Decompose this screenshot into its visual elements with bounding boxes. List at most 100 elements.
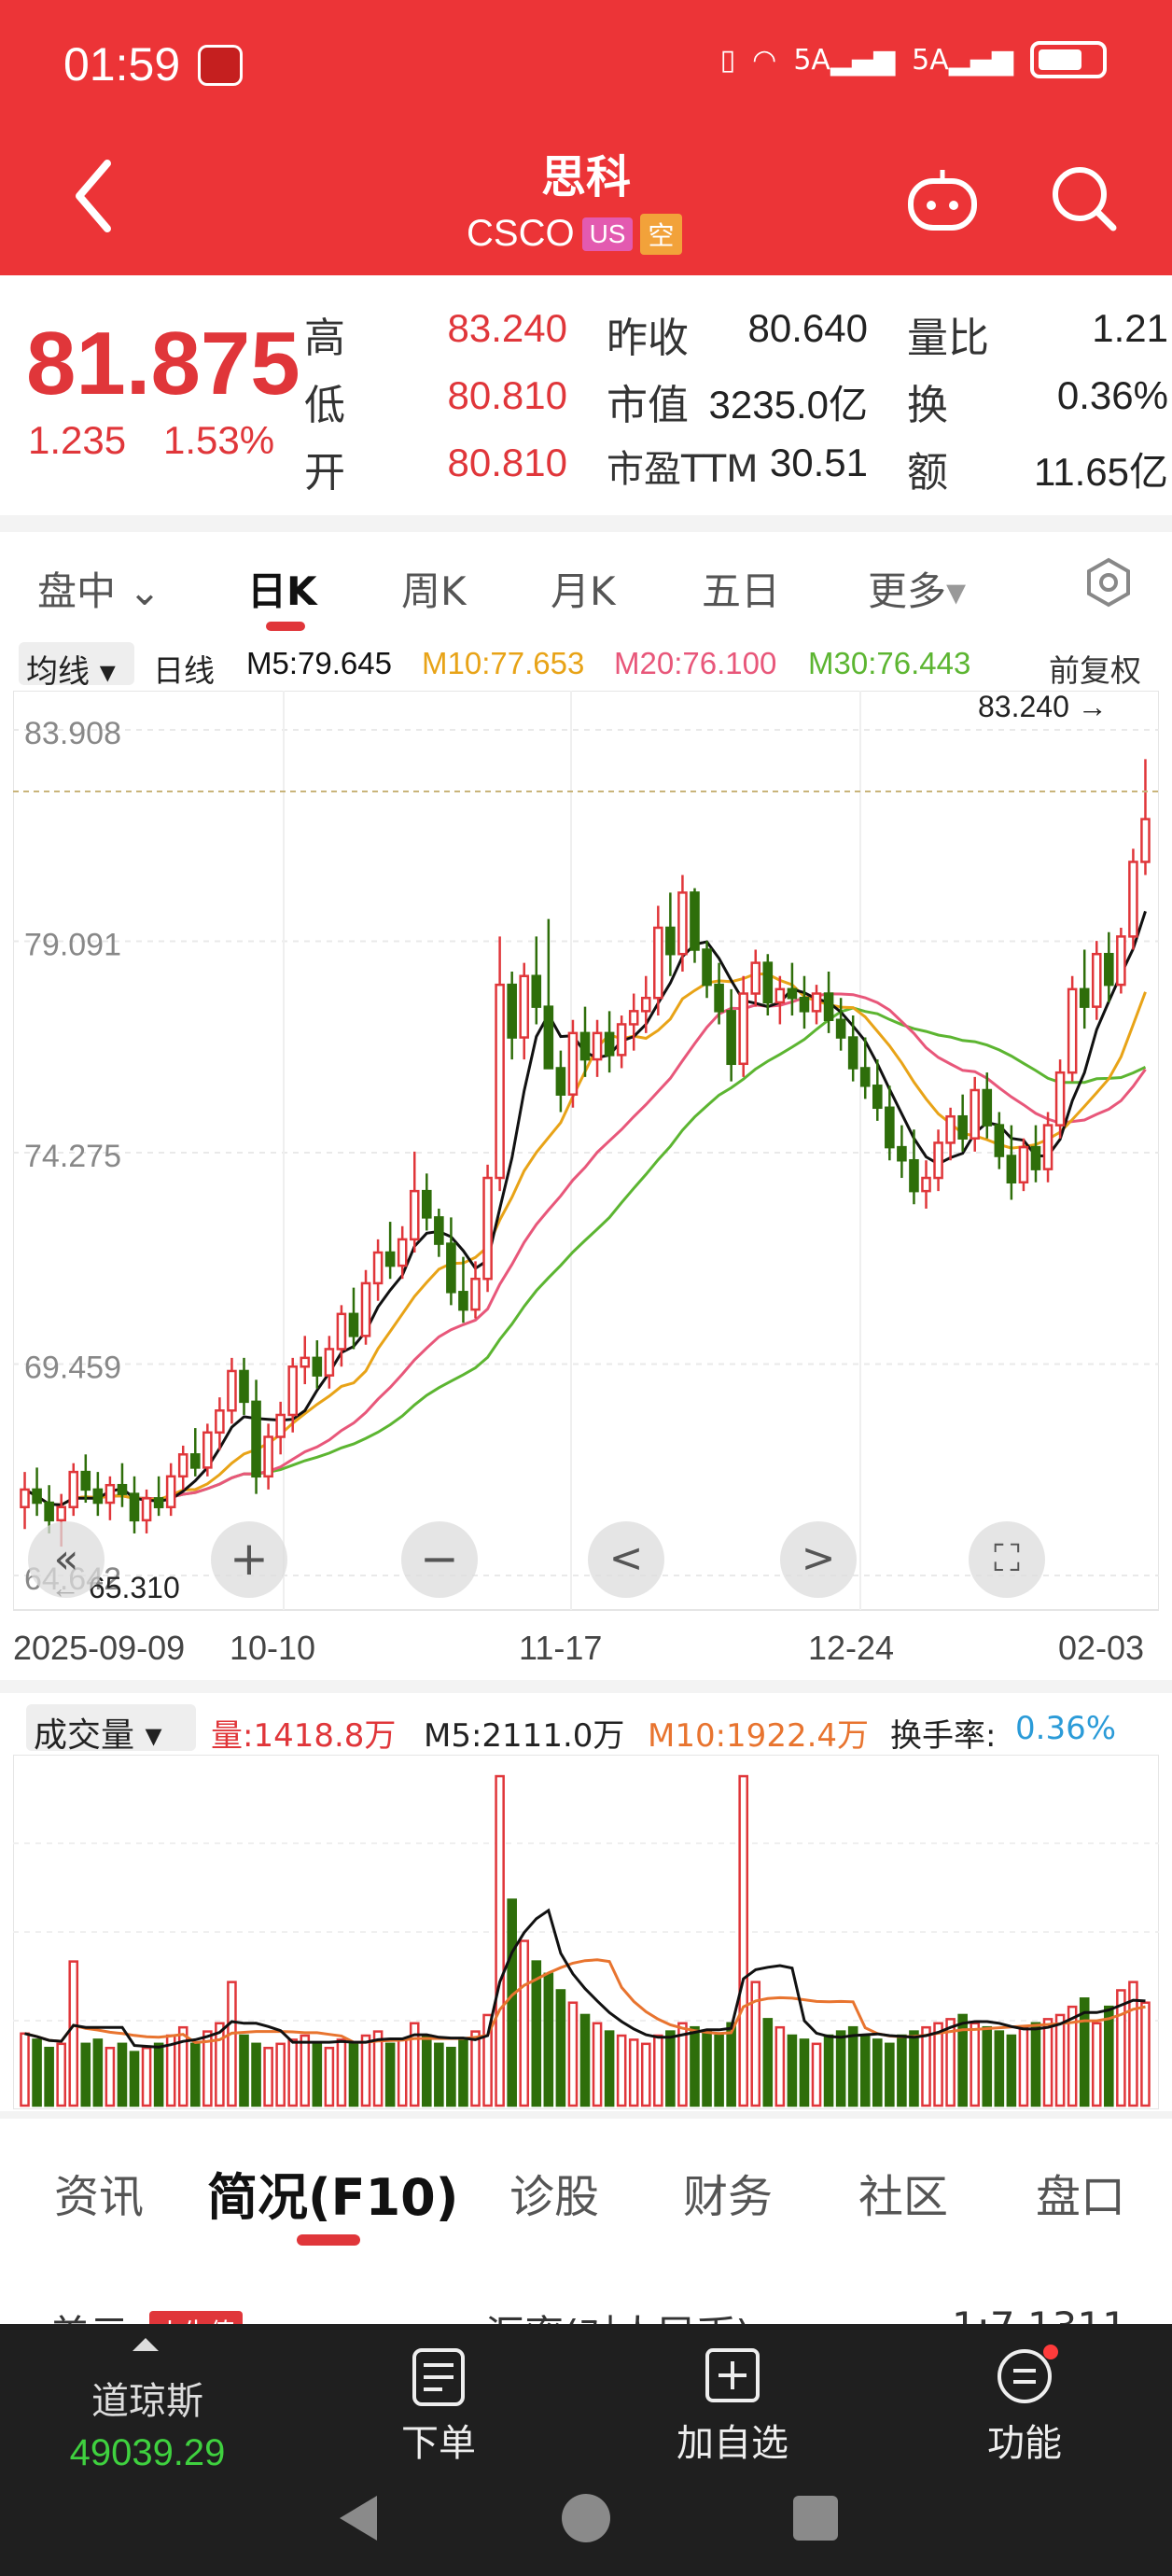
volume-bar xyxy=(312,2042,323,2107)
candle-body xyxy=(263,1435,273,1478)
volume-chart[interactable] xyxy=(13,1755,1159,2109)
candle-body xyxy=(567,1031,579,1096)
candle-body xyxy=(275,1413,286,1438)
volume-bar xyxy=(628,2038,639,2107)
tab-five-day[interactable]: 五日 xyxy=(702,560,780,617)
y-tick-label: 74.275 xyxy=(24,1139,121,1174)
volume-bar xyxy=(640,2042,651,2107)
order-label[interactable]: 下单 xyxy=(364,2413,513,2467)
peek-mid: 汇率(对人民币) xyxy=(485,2303,751,2324)
volume-bar xyxy=(1006,2034,1017,2107)
amount-label: 额 xyxy=(907,449,948,497)
volume-bar xyxy=(714,2034,724,2107)
zoom-out-button[interactable]: − xyxy=(401,1521,478,1598)
volume-bar xyxy=(1054,2013,1066,2107)
prev-candle-button[interactable]: < xyxy=(588,1521,664,1598)
candle-body xyxy=(422,1189,432,1219)
peek-row: 美元 火生值 汇率(对人民币) 1:7.1311 xyxy=(0,2249,1172,2324)
volume-bar xyxy=(68,1960,79,2107)
candle-body xyxy=(543,1005,554,1070)
candle-body xyxy=(811,992,822,1013)
system-home-icon[interactable] xyxy=(560,2490,612,2546)
add-watchlist-icon[interactable] xyxy=(704,2346,761,2404)
add-watchlist-label[interactable]: 加自选 xyxy=(657,2413,808,2467)
volume-bar xyxy=(397,2038,408,2107)
notification-badge-icon xyxy=(198,45,243,86)
functions-icon[interactable] xyxy=(997,2345,1064,2406)
candle-body xyxy=(690,891,700,951)
candle-body xyxy=(653,926,663,1000)
candle-body xyxy=(885,1106,895,1149)
candle-body xyxy=(1116,935,1126,987)
candle-body xyxy=(470,1277,481,1311)
tab-community[interactable]: 社区 xyxy=(858,2160,948,2225)
kline-tabs: 盘中 ⌄ 日K 周K 月K 五日 更多▾ xyxy=(0,532,1172,635)
tab-profile-f10[interactable]: 简况(F10) xyxy=(207,2156,458,2230)
index-name[interactable]: 道琼斯 xyxy=(37,2371,258,2425)
volume-m5: M5:2111.0万 xyxy=(424,1717,625,1755)
candle-body xyxy=(215,1409,225,1435)
short-tag: 空 xyxy=(640,213,682,255)
candle-body xyxy=(994,1124,1005,1157)
peek-right: 1:7.1311 xyxy=(952,2303,1127,2324)
volume-bar xyxy=(690,2025,700,2107)
expand-up-icon[interactable] xyxy=(133,2338,159,2351)
candle-body xyxy=(519,974,530,1039)
system-recents-icon[interactable] xyxy=(789,2490,842,2546)
candle-body xyxy=(604,1031,615,1057)
tab-intraday[interactable]: 盘中 ⌄ xyxy=(37,560,161,617)
volume-bar xyxy=(239,2034,249,2107)
volume-bar xyxy=(92,2038,104,2107)
order-icon[interactable] xyxy=(411,2346,467,2408)
candle-body xyxy=(202,1431,213,1469)
volume-bar xyxy=(982,2025,993,2107)
functions-label[interactable]: 功能 xyxy=(950,2413,1099,2467)
tab-daily-k[interactable]: 日K xyxy=(247,560,317,617)
volume-bar xyxy=(897,2034,907,2107)
fullscreen-button[interactable]: ⛶ xyxy=(969,1521,1045,1598)
candle-body xyxy=(1030,1145,1041,1170)
ma-selector[interactable]: 均线 ▾ xyxy=(19,642,134,691)
adjust-mode[interactable]: 前复权 xyxy=(1049,646,1141,691)
candle-body xyxy=(555,1067,566,1096)
candle-body xyxy=(105,1483,116,1505)
date-label-2: 11-17 xyxy=(519,1629,603,1667)
candle-body xyxy=(897,1145,907,1162)
tab-news[interactable]: 资讯 xyxy=(54,2160,144,2225)
tab-more[interactable]: 更多▾ xyxy=(868,560,966,617)
robot-assistant-icon[interactable] xyxy=(905,168,980,233)
candle-body xyxy=(117,1483,128,1495)
tab-monthly-k[interactable]: 月K xyxy=(551,560,616,617)
candle-body xyxy=(859,1067,871,1087)
scroll-left-button[interactable]: « xyxy=(28,1521,105,1598)
tab-weekly-k[interactable]: 周K xyxy=(401,560,467,617)
volume-bar xyxy=(1091,2022,1102,2107)
status-time: 01:59 xyxy=(63,38,181,91)
settings-icon[interactable] xyxy=(1082,556,1135,609)
volume-bar xyxy=(616,2034,627,2107)
volume-bar xyxy=(872,2038,883,2107)
candle-body xyxy=(616,1023,627,1057)
candle-body xyxy=(482,1176,493,1281)
volume-bar xyxy=(604,2030,615,2107)
tab-diagnosis[interactable]: 诊股 xyxy=(509,2160,599,2225)
tab-finance[interactable]: 财务 xyxy=(683,2160,773,2225)
volume-bar xyxy=(275,2042,286,2107)
tab-order-book[interactable]: 盘口 xyxy=(1036,2160,1125,2225)
search-icon[interactable] xyxy=(1050,164,1119,233)
mktcap-value: 3235.0亿 xyxy=(708,383,868,427)
candle-body xyxy=(1091,952,1102,1008)
kline-chart[interactable]: 83.90879.09174.27569.45964.64283.240 →← … xyxy=(13,691,1159,1615)
candle-body xyxy=(251,1400,261,1478)
zoom-in-button[interactable]: + xyxy=(211,1521,287,1598)
next-candle-button[interactable]: > xyxy=(780,1521,857,1598)
ma5-value: M5:79.645 xyxy=(246,646,392,680)
candle-body xyxy=(970,1088,981,1140)
candle-body xyxy=(1042,1124,1053,1170)
volume-bar xyxy=(348,2042,359,2107)
volume-bar xyxy=(847,2025,858,2107)
system-back-icon[interactable] xyxy=(332,2490,384,2546)
candle-body xyxy=(336,1312,347,1351)
volume-selector[interactable]: 成交量 ▾ xyxy=(26,1704,196,1755)
volume-bar xyxy=(921,2025,931,2107)
